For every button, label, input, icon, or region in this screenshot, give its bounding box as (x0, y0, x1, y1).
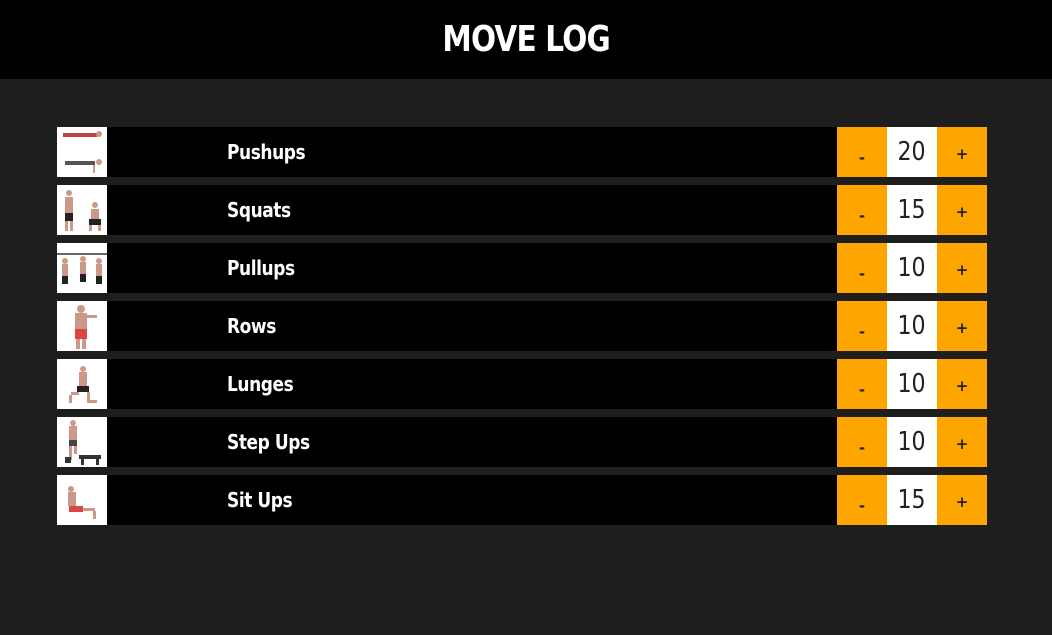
stepup-figure-icon (57, 417, 107, 467)
exercise-row-sit-ups: Sit Ups - 15 + (57, 475, 987, 525)
lunge-figure-icon (57, 359, 107, 409)
decrement-button[interactable]: - (837, 243, 887, 293)
rep-count: 20 (887, 127, 937, 177)
exercise-row-pullups: Pullups - 10 + (57, 243, 987, 293)
decrement-button[interactable]: - (837, 359, 887, 409)
counter-controls: - 10 + (837, 301, 987, 351)
exercise-name: Pushups (227, 140, 306, 164)
decrement-button[interactable]: - (837, 185, 887, 235)
exercise-name: Sit Ups (227, 488, 293, 512)
increment-button[interactable]: + (937, 243, 987, 293)
pullup-figure-icon (57, 243, 107, 293)
counter-controls: - 15 + (837, 475, 987, 525)
exercise-name: Rows (227, 314, 276, 338)
decrement-button[interactable]: - (837, 127, 887, 177)
rep-count: 10 (887, 301, 937, 351)
exercise-name: Squats (227, 198, 291, 222)
increment-button[interactable]: + (937, 127, 987, 177)
increment-button[interactable]: + (937, 359, 987, 409)
exercise-row-step-ups: Step Ups - 10 + (57, 417, 987, 467)
pushup-figure-icon (57, 127, 107, 177)
decrement-button[interactable]: - (837, 301, 887, 351)
exercise-row-lunges: Lunges - 10 + (57, 359, 987, 409)
increment-button[interactable]: + (937, 185, 987, 235)
exercise-name: Step Ups (227, 430, 310, 454)
rep-count: 10 (887, 243, 937, 293)
increment-button[interactable]: + (937, 417, 987, 467)
decrement-button[interactable]: - (837, 475, 887, 525)
row-figure-icon (57, 301, 107, 351)
exercise-row-rows: Rows - 10 + (57, 301, 987, 351)
increment-button[interactable]: + (937, 475, 987, 525)
exercise-row-pushups: Pushups - 20 + (57, 127, 987, 177)
counter-controls: - 10 + (837, 243, 987, 293)
rep-count: 10 (887, 417, 937, 467)
counter-controls: - 10 + (837, 359, 987, 409)
app-header: MOVE LOG (0, 0, 1052, 79)
exercise-name: Pullups (227, 256, 295, 280)
counter-controls: - 15 + (837, 185, 987, 235)
exercise-name: Lunges (227, 372, 294, 396)
counter-controls: - 10 + (837, 417, 987, 467)
increment-button[interactable]: + (937, 301, 987, 351)
page-title: MOVE LOG (442, 19, 610, 60)
exercise-list: Pushups - 20 + Squats - 15 + Pullups - 1… (57, 127, 987, 533)
rep-count: 15 (887, 475, 937, 525)
situp-figure-icon (57, 475, 107, 525)
squat-figure-icon (57, 185, 107, 235)
decrement-button[interactable]: - (837, 417, 887, 467)
counter-controls: - 20 + (837, 127, 987, 177)
rep-count: 10 (887, 359, 937, 409)
exercise-row-squats: Squats - 15 + (57, 185, 987, 235)
rep-count: 15 (887, 185, 937, 235)
